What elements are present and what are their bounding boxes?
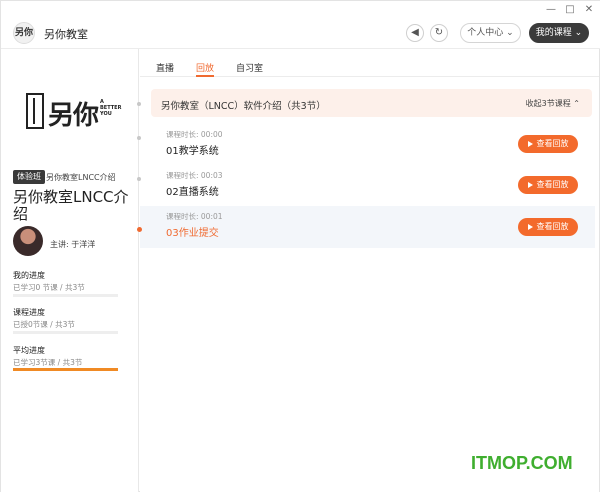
lesson-row: 课程时长: 00:03 02直播系统 查看回放 bbox=[140, 170, 595, 210]
main-panel: 直播 回放 自习室 另你教室（LNCC）软件介绍（共3节） 收起3节课程 ⌃ 课… bbox=[137, 49, 599, 492]
lesson-duration: 课程时长: 00:01 bbox=[166, 212, 223, 221]
door-icon bbox=[26, 93, 44, 129]
average-progress-text: 已学习3节课 / 共3节 bbox=[13, 358, 83, 367]
lesson-duration: 课程时长: 00:00 bbox=[166, 130, 223, 139]
brand-text: 另你 bbox=[48, 101, 99, 131]
course-progress-label: 课程进度 bbox=[13, 308, 45, 317]
minimize-icon[interactable]: — bbox=[544, 4, 558, 16]
lesson-name: 01教学系统 bbox=[166, 146, 219, 157]
back-icon[interactable]: ◀ bbox=[406, 24, 424, 42]
course-title: 另你教室LNCC介绍 bbox=[13, 188, 129, 223]
average-progress-bar bbox=[13, 368, 118, 371]
class-type-badge: 体验班 bbox=[13, 170, 45, 184]
watermark-text: ITMOP.COM bbox=[471, 453, 573, 473]
close-icon[interactable]: ✕ bbox=[582, 4, 596, 16]
class-name: 另你教室LNCC介绍 bbox=[46, 173, 116, 182]
view-replay-button[interactable]: 查看回放 bbox=[518, 218, 578, 236]
tab-live[interactable]: 直播 bbox=[156, 61, 174, 77]
teacher-avatar bbox=[13, 226, 43, 256]
collapse-toggle[interactable]: 收起3节课程 ⌃ bbox=[526, 98, 580, 109]
tab-replay[interactable]: 回放 bbox=[196, 61, 215, 77]
teacher-name: 主讲: 于洋洋 bbox=[50, 240, 96, 249]
average-progress-label: 平均进度 bbox=[13, 346, 45, 355]
my-courses-button[interactable]: 我的课程 ⌄ bbox=[529, 23, 589, 43]
timeline-dot bbox=[137, 102, 141, 106]
tab-bar: 直播 回放 自习室 bbox=[140, 49, 599, 77]
title-bar: 另你 另你教室 — □ ✕ ◀ ↻ 个人中心 ⌄ 我的课程 ⌄ bbox=[1, 1, 600, 49]
course-progress-bar bbox=[13, 331, 118, 334]
timeline-dot-active bbox=[137, 227, 142, 232]
app-logo-icon: 另你 bbox=[13, 22, 35, 44]
refresh-icon[interactable]: ↻ bbox=[430, 24, 448, 42]
course-progress-text: 已授0节课 / 共3节 bbox=[13, 320, 75, 329]
brand-slogan: A BETTER YOU bbox=[100, 99, 122, 117]
view-replay-label: 查看回放 bbox=[536, 222, 569, 231]
brand-logo: 另你 A BETTER YOU bbox=[26, 93, 122, 131]
maximize-icon[interactable]: □ bbox=[563, 4, 577, 16]
tab-study-room[interactable]: 自习室 bbox=[236, 61, 263, 77]
section-title: 另你教室（LNCC）软件介绍（共3节） bbox=[161, 101, 326, 112]
play-icon bbox=[527, 224, 533, 230]
personal-center-button[interactable]: 个人中心 ⌄ bbox=[460, 23, 521, 43]
app-window: 另你 另你教室 — □ ✕ ◀ ↻ 个人中心 ⌄ 我的课程 ⌄ 另你 A BET… bbox=[0, 0, 600, 492]
my-progress-text: 已学习0 节课 / 共3节 bbox=[13, 283, 85, 292]
view-replay-label: 查看回放 bbox=[536, 139, 569, 148]
play-icon bbox=[527, 182, 533, 188]
lesson-duration: 课程时长: 00:03 bbox=[166, 171, 223, 180]
play-icon bbox=[527, 141, 533, 147]
app-title: 另你教室 bbox=[44, 28, 88, 41]
sidebar: 另你 A BETTER YOU 体验班 另你教室LNCC介绍 另你教室LNCC介… bbox=[1, 49, 139, 492]
lesson-name: 03作业提交 bbox=[166, 228, 219, 239]
my-progress-bar bbox=[13, 294, 118, 297]
lesson-row: 课程时长: 00:00 01教学系统 查看回放 bbox=[140, 129, 595, 169]
view-replay-button[interactable]: 查看回放 bbox=[518, 135, 578, 153]
section-header: 另你教室（LNCC）软件介绍（共3节） 收起3节课程 ⌃ bbox=[151, 89, 592, 117]
lesson-name: 02直播系统 bbox=[166, 187, 219, 198]
view-replay-label: 查看回放 bbox=[536, 180, 569, 189]
my-progress-label: 我的进度 bbox=[13, 271, 45, 280]
view-replay-button[interactable]: 查看回放 bbox=[518, 176, 578, 194]
lesson-row-active: 课程时长: 00:01 03作业提交 查看回放 bbox=[140, 206, 595, 248]
